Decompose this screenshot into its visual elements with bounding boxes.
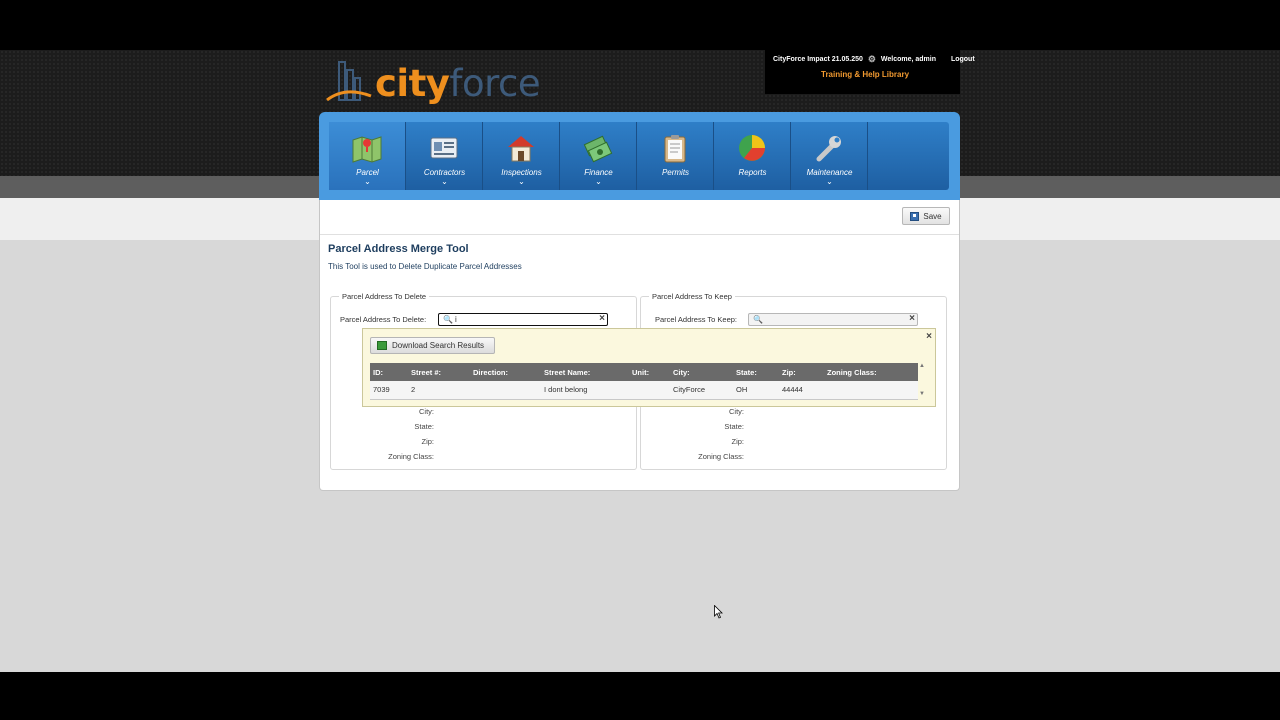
wrench-icon xyxy=(816,136,841,162)
save-button[interactable]: Save xyxy=(902,207,950,225)
page-subtitle: This Tool is used to Delete Duplicate Pa… xyxy=(328,262,522,271)
user-bar-row: CityForce Impact 21.05.250 ⚙ Welcome, ad… xyxy=(773,54,978,65)
user-bar: CityForce Impact 21.05.250 ⚙ Welcome, ad… xyxy=(765,50,975,94)
clipboard-icon xyxy=(664,135,686,163)
results-scrollbar[interactable]: ▲ ▼ xyxy=(919,363,927,401)
download-button-label: Download Search Results xyxy=(392,341,485,350)
mouse-cursor-icon xyxy=(714,605,723,619)
results-header-row: ID: Street #: Direction: Street Name: Un… xyxy=(370,363,918,381)
cell-unit xyxy=(629,381,670,400)
scroll-up-arrow-icon[interactable]: ▲ xyxy=(919,363,925,369)
delete-city-label: City: xyxy=(419,407,434,416)
cell-zip: 44444 xyxy=(779,381,824,400)
logo-word-force: force xyxy=(449,62,541,105)
scroll-down-arrow-icon[interactable]: ▼ xyxy=(919,391,925,397)
search-icon: 🔍 xyxy=(753,315,763,324)
settings-gear-icon[interactable]: ⚙ xyxy=(868,54,876,64)
column-header-zoning-class[interactable]: Zoning Class: xyxy=(824,363,918,381)
main-nav-frame: Parcel ⌄ Contractors ⌄ Inspections ⌄ Fin… xyxy=(319,112,960,200)
pie-chart-icon xyxy=(739,135,765,161)
cell-state: OH xyxy=(733,381,779,400)
nav-item-contractors[interactable]: Contractors ⌄ xyxy=(406,122,483,190)
welcome-text: Welcome, admin xyxy=(880,56,936,64)
delete-search-value: i xyxy=(455,315,457,324)
cell-street-number: 2 xyxy=(408,381,470,400)
nav-label-contractors: Contractors xyxy=(423,168,466,177)
nav-item-inspections[interactable]: Inspections ⌄ xyxy=(483,122,560,190)
chevron-down-icon: ⌄ xyxy=(364,177,371,186)
chevron-down-icon: ⌄ xyxy=(826,177,833,186)
column-header-city[interactable]: City: xyxy=(670,363,733,381)
column-header-id[interactable]: ID: xyxy=(370,363,408,381)
column-header-state[interactable]: State: xyxy=(733,363,779,381)
clear-icon[interactable]: × xyxy=(909,313,915,324)
app-viewport: cityforce CityForce Impact 21.05.250 ⚙ W… xyxy=(0,50,1280,672)
keep-zoning-label: Zoning Class: xyxy=(698,452,744,461)
keep-city-label: City: xyxy=(729,407,744,416)
nav-label-inspections: Inspections xyxy=(501,168,542,177)
nav-item-maintenance[interactable]: Maintenance ⌄ xyxy=(791,122,868,190)
video-letterbox-bottom xyxy=(0,672,1280,720)
cell-id: 7039 xyxy=(370,381,408,400)
column-header-street-number[interactable]: Street #: xyxy=(408,363,470,381)
column-header-street-name[interactable]: Street Name: xyxy=(541,363,629,381)
training-help-link[interactable]: Training & Help Library xyxy=(821,70,909,79)
logo-word-city: city xyxy=(375,62,450,105)
save-button-label: Save xyxy=(923,211,942,221)
cell-street-name: I dont belong xyxy=(541,381,629,400)
keep-state-label: State: xyxy=(724,422,744,431)
chevron-down-icon: ⌄ xyxy=(441,177,448,186)
main-nav: Parcel ⌄ Contractors ⌄ Inspections ⌄ Fin… xyxy=(329,122,949,190)
keep-address-search-input[interactable]: 🔍 × xyxy=(748,313,918,326)
nav-item-parcel[interactable]: Parcel ⌄ xyxy=(329,122,406,190)
delete-state-label: State: xyxy=(414,422,434,431)
delete-search-label: Parcel Address To Delete: xyxy=(340,315,427,324)
logout-link[interactable]: Logout xyxy=(951,56,975,63)
chevron-down-icon: ⌄ xyxy=(518,177,525,186)
keep-zip-label: Zip: xyxy=(731,437,744,446)
nav-label-reports: Reports xyxy=(738,168,767,177)
chevron-down-icon: ⌄ xyxy=(595,177,602,186)
video-letterbox-top xyxy=(0,0,1280,50)
house-icon xyxy=(508,136,534,162)
cell-direction xyxy=(470,381,541,400)
search-results-popup: × Download Search Results ID: Street #: … xyxy=(362,328,936,407)
floppy-disk-icon xyxy=(910,211,920,221)
money-icon xyxy=(583,135,613,163)
search-icon: 🔍 xyxy=(443,315,453,324)
nav-label-maintenance: Maintenance xyxy=(806,168,853,177)
nav-label-permits: Permits xyxy=(661,168,690,177)
search-results-table: ID: Street #: Direction: Street Name: Un… xyxy=(370,363,918,400)
close-icon[interactable]: × xyxy=(926,331,932,342)
cell-city: CityForce xyxy=(670,381,733,400)
cell-zoning-class xyxy=(824,381,918,400)
nav-item-permits[interactable]: Permits xyxy=(637,122,714,190)
table-row[interactable]: 7039 2 I dont belong CityForce OH 44444 xyxy=(370,381,918,400)
nav-label-parcel: Parcel xyxy=(356,168,379,177)
page-title: Parcel Address Merge Tool xyxy=(328,243,469,255)
keep-search-label: Parcel Address To Keep: xyxy=(655,315,737,324)
nav-item-finance[interactable]: Finance ⌄ xyxy=(560,122,637,190)
map-icon xyxy=(352,136,382,163)
keep-group-legend: Parcel Address To Keep xyxy=(652,292,732,301)
column-header-unit[interactable]: Unit: xyxy=(629,363,670,381)
download-search-results-button[interactable]: Download Search Results xyxy=(370,337,495,354)
logo-wordmark: cityforce xyxy=(375,62,541,105)
nav-item-reports[interactable]: Reports xyxy=(714,122,791,190)
id-card-icon xyxy=(430,137,458,159)
column-header-zip[interactable]: Zip: xyxy=(779,363,824,381)
spreadsheet-icon xyxy=(377,341,387,350)
panel-divider xyxy=(320,234,959,235)
cityforce-logo[interactable]: cityforce xyxy=(325,56,545,106)
nav-label-finance: Finance xyxy=(584,168,613,177)
delete-address-search-input[interactable]: 🔍 i × xyxy=(438,313,608,326)
version-text: CityForce Impact 21.05.250 xyxy=(773,56,863,64)
column-header-direction[interactable]: Direction: xyxy=(470,363,541,381)
delete-zip-label: Zip: xyxy=(421,437,434,446)
delete-zoning-label: Zoning Class: xyxy=(388,452,434,461)
delete-group-legend: Parcel Address To Delete xyxy=(342,292,427,301)
clear-icon[interactable]: × xyxy=(599,313,605,324)
buildings-logo-icon xyxy=(326,61,372,102)
